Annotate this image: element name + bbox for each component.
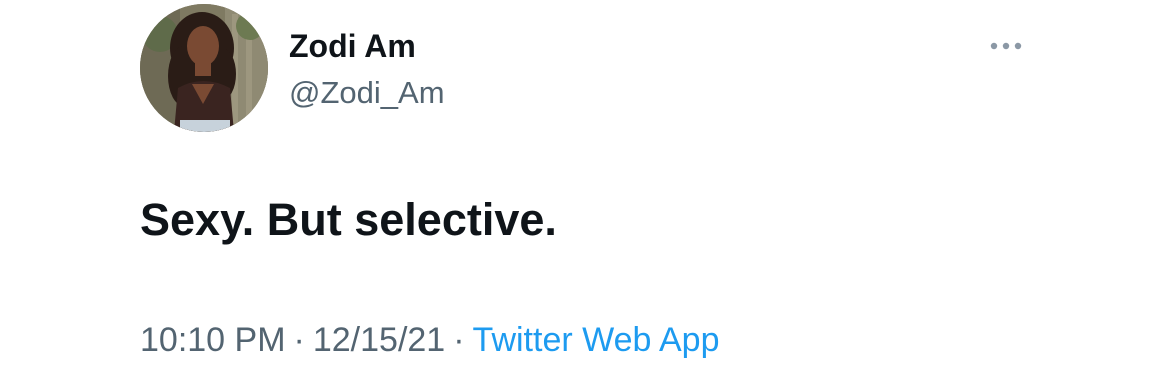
author-info: Zodi Am @Zodi_Am: [289, 26, 445, 112]
separator: ·: [453, 321, 465, 359]
tweet-metadata: 10:10 PM · 12/15/21 · Twitter Web App: [140, 318, 719, 362]
tweet-card: Zodi Am @Zodi_Am Sexy. But selective. 10…: [0, 0, 1169, 389]
tweet-source-link[interactable]: Twitter Web App: [473, 321, 720, 359]
profile-photo: [140, 4, 268, 132]
display-name[interactable]: Zodi Am: [289, 26, 445, 66]
separator: ·: [293, 321, 305, 359]
tweet-text: Sexy. But selective.: [140, 194, 557, 245]
tweet-time[interactable]: 10:10 PM: [140, 321, 286, 359]
user-handle[interactable]: @Zodi_Am: [289, 74, 445, 112]
more-options-button[interactable]: [984, 34, 1028, 58]
more-horizontal-icon: [990, 42, 1022, 50]
tweet-date[interactable]: 12/15/21: [313, 321, 445, 359]
avatar[interactable]: [140, 4, 268, 132]
